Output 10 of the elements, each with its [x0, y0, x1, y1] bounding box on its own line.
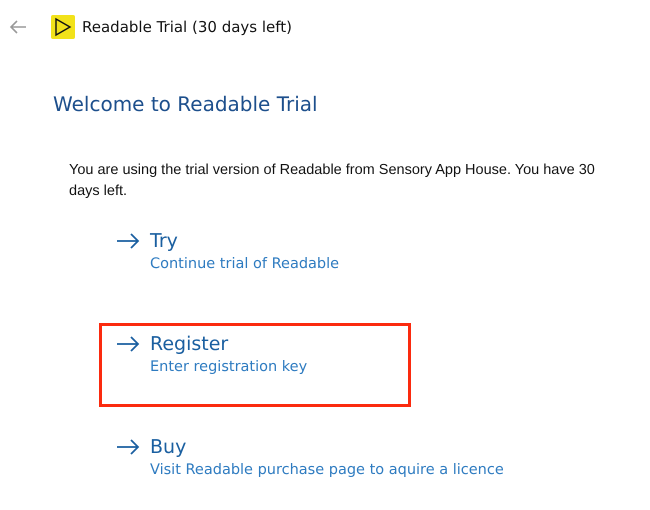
command-link[interactable]: Try Continue trial of Readable: [99, 220, 411, 304]
command-link[interactable]: Buy Visit Readable purchase page to aquire a licence: [99, 426, 521, 510]
arrow-icon: [116, 335, 140, 353]
play-logo-icon: [51, 15, 75, 39]
page-heading: Welcome to Readable Trial: [53, 92, 319, 116]
arrow-icon: [116, 232, 140, 250]
command-link[interactable]: Register Enter registration key: [99, 323, 411, 407]
arrow-icon: [116, 438, 140, 456]
window-title: Readable Trial (30 days left): [82, 18, 292, 36]
trial-message: You are using the trial version of Readable from Sensory App House. You have 30 days left.: [69, 161, 596, 201]
